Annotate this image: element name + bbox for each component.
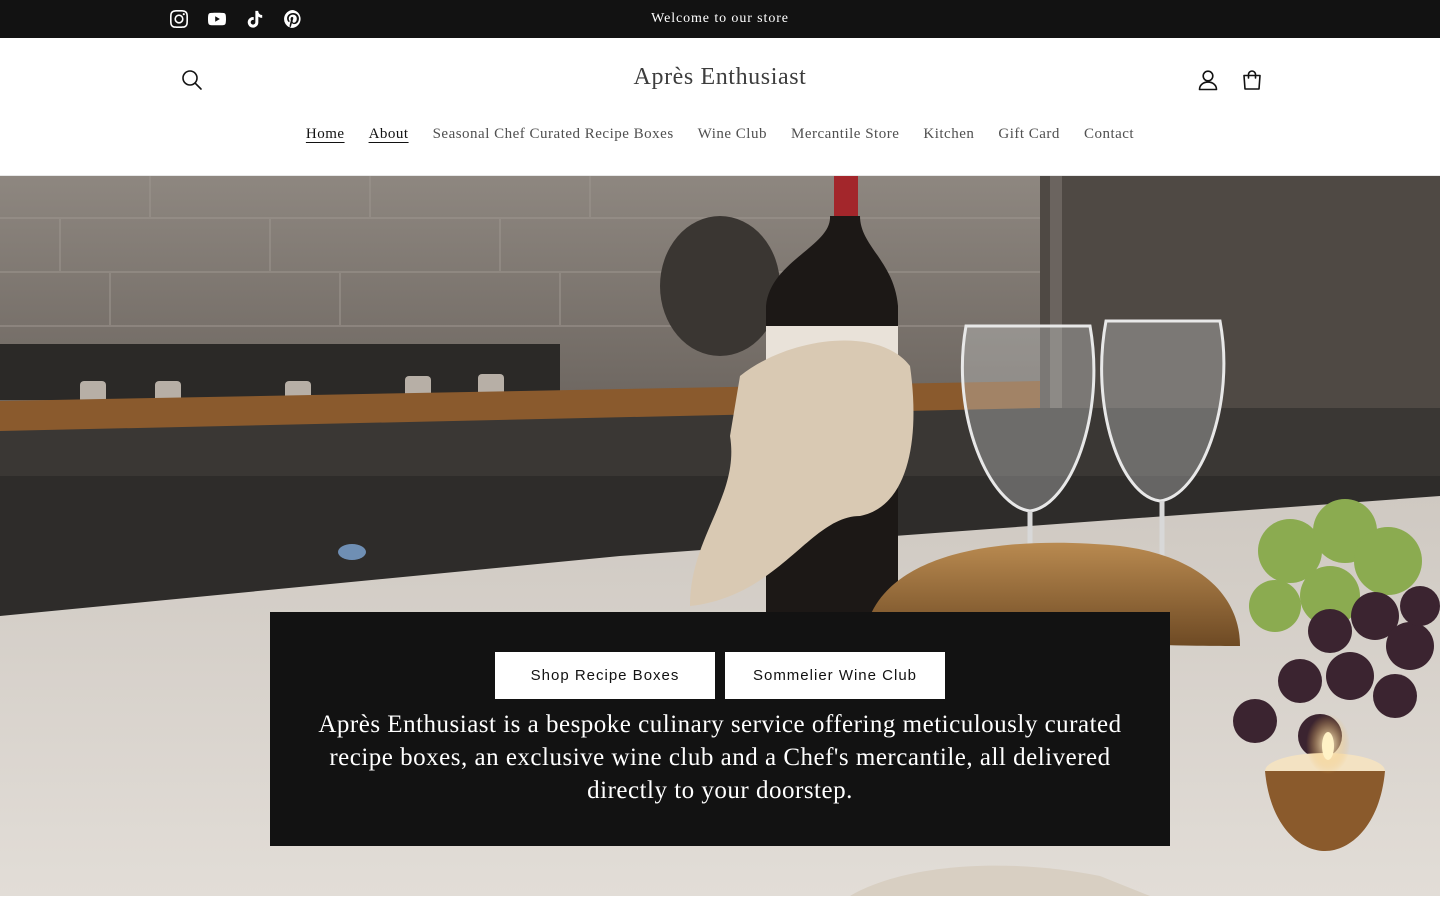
main-navigation: Home About Seasonal Chef Curated Recipe … [0, 123, 1440, 145]
account-button[interactable] [1186, 58, 1230, 102]
nav-item-wine-club[interactable]: Wine Club [686, 123, 779, 145]
hero-description: Après Enthusiast is a bespoke culinary s… [318, 711, 1122, 804]
nav-item-gift-card[interactable]: Gift Card [986, 123, 1072, 145]
site-header: Après Enthusiast Home About Seasonal Che… [0, 38, 1440, 176]
shop-recipe-boxes-button[interactable]: Shop Recipe Boxes [495, 652, 715, 699]
sommelier-wine-club-button[interactable]: Sommelier Wine Club [725, 652, 945, 699]
cart-button[interactable] [1230, 58, 1274, 102]
nav-item-mercantile-store[interactable]: Mercantile Store [779, 123, 911, 145]
hero-banner: Shop Recipe Boxes Sommelier Wine Club Ap… [0, 176, 1440, 896]
hero-buttons: Shop Recipe Boxes Sommelier Wine Club [270, 652, 1170, 699]
nav-item-recipe-boxes[interactable]: Seasonal Chef Curated Recipe Boxes [421, 123, 686, 145]
nav-item-about[interactable]: About [357, 123, 421, 145]
nav-item-contact[interactable]: Contact [1072, 123, 1146, 145]
hero-content-box: Shop Recipe Boxes Sommelier Wine Club Ap… [270, 612, 1170, 846]
announcement-text: Welcome to our store [651, 11, 789, 26]
announcement-bar: Welcome to our store [0, 0, 1440, 38]
account-icon [1198, 70, 1218, 91]
cart-icon [1243, 70, 1261, 90]
nav-item-home[interactable]: Home [294, 123, 357, 145]
nav-item-kitchen[interactable]: Kitchen [911, 123, 986, 145]
